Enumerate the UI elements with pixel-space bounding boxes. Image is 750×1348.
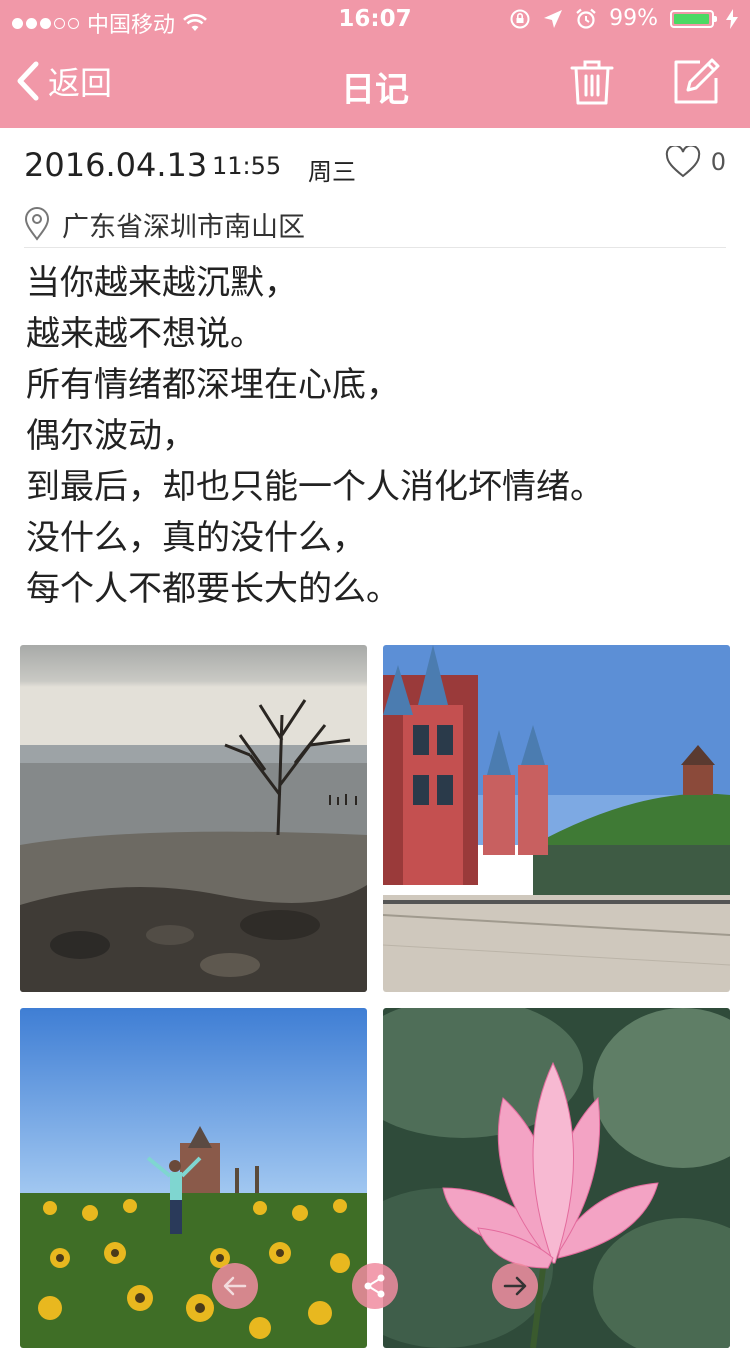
top-bar: 中国移动 16:07 99% 返回 日记 <box>0 0 750 128</box>
prev-button[interactable] <box>212 1263 258 1309</box>
charging-bolt-icon <box>726 8 738 29</box>
entry-weekday: 周三 <box>308 158 356 186</box>
beach-tree-photo[interactable] <box>20 645 367 992</box>
nav-bar: 返回 日记 <box>0 40 750 128</box>
edit-icon[interactable] <box>670 56 722 108</box>
content-line: 每个人不都要长大的么。 <box>26 569 400 609</box>
prev-arrow-icon <box>223 1276 247 1296</box>
status-right: 99% <box>509 6 738 31</box>
entry-meta: 2016.04.13 11:55 周三 0 广东省深圳市南山区 <box>24 128 726 248</box>
battery-percent: 99% <box>609 6 658 31</box>
diary-content: 当你越来越沉默， 越来越不想说。 所有情绪都深埋在心底， 偶尔波动， 到最后，却… <box>26 258 726 615</box>
content-line: 越来越不想说。 <box>26 314 264 354</box>
battery-icon <box>670 9 717 28</box>
location-text: 广东省深圳市南山区 <box>62 211 305 243</box>
divider <box>24 247 726 248</box>
castle-lake-photo[interactable] <box>383 645 730 992</box>
content-line: 所有情绪都深埋在心底， <box>26 365 400 405</box>
like-count: 0 <box>710 148 726 176</box>
entry-date: 2016.04.13 <box>24 146 208 184</box>
like-button[interactable]: 0 <box>665 146 726 178</box>
status-bar: 中国移动 16:07 99% <box>0 0 750 40</box>
location-row: 广东省深圳市南山区 <box>24 200 726 248</box>
share-icon <box>364 1274 385 1298</box>
sunflower-field-photo[interactable] <box>20 1008 367 1348</box>
next-arrow-icon <box>503 1276 527 1296</box>
location-arrow-icon <box>544 9 563 28</box>
alarm-icon <box>576 8 596 29</box>
page-title: 日记 <box>341 70 409 110</box>
lotus-flower-photo[interactable] <box>383 1008 730 1348</box>
content-line: 当你越来越沉默， <box>26 263 298 303</box>
rotation-lock-icon <box>510 9 530 28</box>
content-line: 没什么，真的没什么， <box>26 518 366 558</box>
content-line: 偶尔波动， <box>26 416 196 456</box>
entry-time: 11:55 <box>212 152 282 180</box>
share-button[interactable] <box>352 1263 398 1309</box>
location-pin-icon <box>24 207 50 241</box>
heart-icon <box>665 146 700 178</box>
date-row: 2016.04.13 11:55 周三 0 <box>24 128 726 200</box>
trash-icon[interactable] <box>566 56 618 108</box>
content-line: 到最后，却也只能一个人消化坏情绪。 <box>26 467 604 507</box>
next-button[interactable] <box>492 1263 538 1309</box>
